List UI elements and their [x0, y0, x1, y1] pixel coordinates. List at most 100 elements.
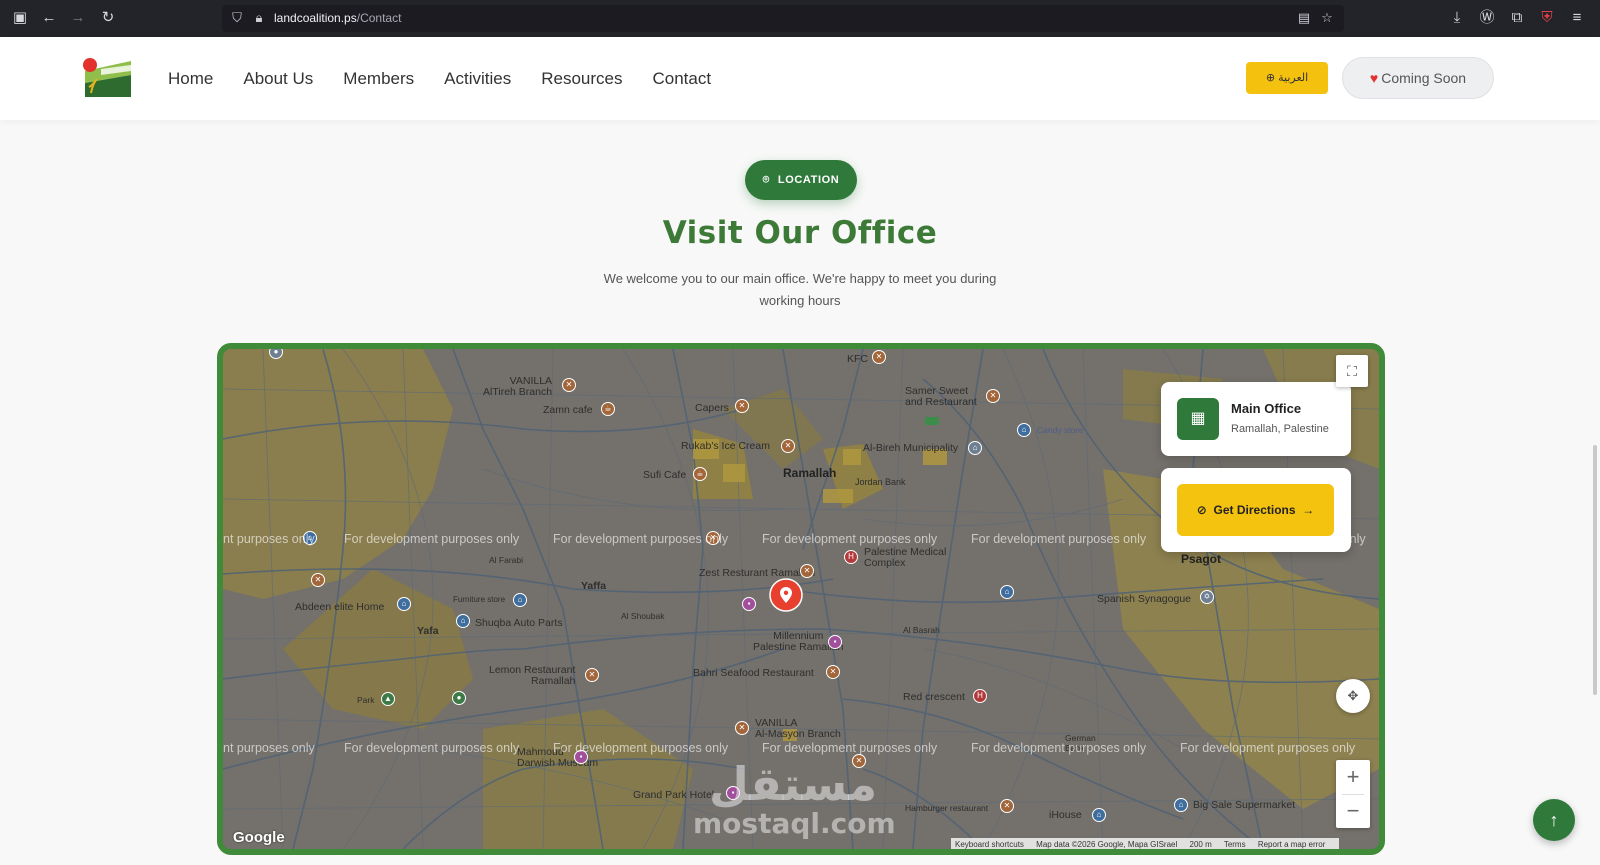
- scale-bar[interactable]: 200 m: [1190, 840, 1212, 849]
- park-icon[interactable]: ●: [452, 691, 466, 705]
- map-label-jordan-bank: Jordan Bank: [855, 477, 906, 487]
- nav-home[interactable]: Home: [168, 69, 213, 89]
- office-location: Ramallah, Palestine: [1231, 423, 1329, 435]
- fullscreen-icon[interactable]: ⛶: [1336, 355, 1368, 387]
- google-logo[interactable]: Google: [233, 829, 285, 846]
- reload-icon[interactable]: ↻: [98, 8, 118, 28]
- map-label-al-shoubak: Al Shoubak: [621, 611, 665, 621]
- shop-icon[interactable]: ⌂: [397, 597, 411, 611]
- map-label-samer-sweet: Samer Sweet and Restaurant: [905, 385, 977, 408]
- shield-icon[interactable]: ⛉: [228, 9, 246, 27]
- map-label-ihouse: iHouse: [1049, 809, 1082, 821]
- map-label-shuqba-auto: Shuqba Auto Parts: [475, 617, 563, 629]
- building-icon: ▦: [1177, 398, 1219, 440]
- cafe-icon[interactable]: ☕︎: [601, 402, 615, 416]
- hotel-icon[interactable]: ▪: [742, 597, 756, 611]
- globe-icon: ⊕: [1265, 72, 1276, 84]
- forward-icon[interactable]: →: [68, 8, 88, 28]
- map-container[interactable]: Ramallah Psagot Yaffa Yafa VANILLA AlTir…: [217, 343, 1385, 855]
- map-label-vanilla-altireh: VANILLA AlTireh Branch: [483, 375, 553, 398]
- office-name: Main Office: [1231, 401, 1302, 416]
- site-logo[interactable]: [81, 57, 133, 97]
- hospital-icon[interactable]: H: [973, 689, 987, 703]
- map-label-psagot: Psagot: [1181, 552, 1222, 566]
- language-label: العربية: [1278, 72, 1309, 84]
- ice-cream-icon[interactable]: ✕: [781, 439, 795, 453]
- nav-about-us[interactable]: About Us: [243, 69, 313, 89]
- rotate-view-icon[interactable]: ✥: [1336, 679, 1370, 713]
- map-label-al-basrah: Al Basrah: [903, 625, 940, 635]
- section-subtitle: We welcome you to our main office. We're…: [603, 271, 997, 308]
- office-marker-icon[interactable]: [769, 578, 803, 612]
- zoom-out-icon[interactable]: −: [1336, 794, 1370, 828]
- restaurant-icon[interactable]: ✕: [311, 573, 325, 587]
- restaurant-icon[interactable]: ✕: [872, 350, 886, 364]
- nav-contact[interactable]: Contact: [653, 69, 712, 89]
- reader-view-icon[interactable]: ▤: [1295, 9, 1313, 27]
- restaurant-icon[interactable]: ✕: [1000, 799, 1014, 813]
- downloads-icon[interactable]: ⤓: [1447, 8, 1467, 28]
- extensions-icon[interactable]: ⧉: [1507, 8, 1527, 28]
- heart-icon: ♥: [1369, 70, 1379, 86]
- cafe-icon[interactable]: ☕︎: [693, 467, 707, 481]
- map-label-park: Park: [357, 695, 375, 705]
- dev-watermark: For development purposes only: [553, 532, 729, 546]
- map-label-bahri-seafood: Bahri Seafood Restaurant: [693, 667, 814, 679]
- map-label-palestine-medical: Palestine Medical Complex: [864, 546, 947, 569]
- site-header: Home About Us Members Activities Resourc…: [0, 37, 1600, 120]
- restaurant-icon[interactable]: ✕: [585, 668, 599, 682]
- language-button[interactable]: ⊕ العربية: [1246, 62, 1328, 94]
- lock-icon[interactable]: 🔒︎: [250, 9, 268, 27]
- scroll-to-top-button[interactable]: ↑: [1533, 799, 1575, 841]
- bookmark-star-icon[interactable]: ☆: [1318, 9, 1336, 27]
- restaurant-icon[interactable]: ✕: [986, 389, 1000, 403]
- dev-watermark: For development purposes only: [762, 741, 938, 755]
- section-title: Visit Our Office: [662, 215, 938, 251]
- dev-watermark: For development purposes only: [762, 532, 938, 546]
- main-office-card: ▦ Main Office Ramallah, Palestine: [1161, 382, 1351, 456]
- hotel-icon[interactable]: ▪: [828, 635, 842, 649]
- ublock-icon[interactable]: ⛨: [1537, 8, 1557, 28]
- park-icon[interactable]: ▲: [381, 692, 395, 706]
- nav-activities[interactable]: Activities: [444, 69, 511, 89]
- zoom-in-icon[interactable]: +: [1336, 760, 1370, 794]
- municipality-icon[interactable]: ⌂: [968, 441, 982, 455]
- report-error-link[interactable]: Report a map error: [1258, 840, 1326, 849]
- map-label-furniture-store: Furniture store: [453, 595, 506, 604]
- restaurant-icon[interactable]: ✕: [735, 721, 749, 735]
- nav-members[interactable]: Members: [343, 69, 414, 89]
- restaurant-icon[interactable]: ✕: [735, 399, 749, 413]
- keyboard-shortcuts-link[interactable]: Keyboard shortcuts: [955, 840, 1024, 849]
- map-label-candy-store: Candy store: [1037, 425, 1083, 435]
- map-label-albireh-municipality: Al-Bireh Municipality: [863, 442, 959, 454]
- shop-icon[interactable]: ⌂: [456, 614, 470, 628]
- shop-icon[interactable]: ⌂: [513, 593, 527, 607]
- wordpress-extension-icon[interactable]: Ⓦ: [1477, 8, 1497, 28]
- hospital-icon[interactable]: H: [844, 550, 858, 564]
- shop-icon[interactable]: ⌂: [1017, 423, 1031, 437]
- shop-icon[interactable]: ⌂: [1000, 585, 1014, 599]
- coming-soon-button[interactable]: ♥ Coming Soon: [1342, 57, 1494, 99]
- map-label-lemon-restaurant: Lemon Restaurant Ramallah: [489, 664, 576, 687]
- restaurant-icon[interactable]: ✕: [826, 665, 840, 679]
- get-directions-button[interactable]: ⊘ Get Directions →: [1177, 484, 1334, 536]
- back-icon[interactable]: ←: [39, 8, 59, 28]
- restaurant-icon[interactable]: ✕: [562, 378, 576, 392]
- dev-watermark: For development purposes only: [344, 532, 520, 546]
- restaurant-icon[interactable]: ✕: [800, 564, 814, 578]
- place-icon[interactable]: ●: [269, 349, 283, 359]
- sidebar-toggle-icon[interactable]: ▣: [10, 8, 30, 28]
- dev-watermark: nt purposes only: [223, 532, 315, 546]
- nav-resources[interactable]: Resources: [541, 69, 622, 89]
- address-bar[interactable]: ⛉ 🔒︎ landcoalition.ps/Contact ▤ ☆: [222, 5, 1344, 32]
- place-of-worship-icon[interactable]: ✡: [1200, 590, 1214, 604]
- url-text[interactable]: landcoalition.ps/Contact: [274, 11, 401, 25]
- map-label-abdeen-elite: Abdeen elite Home: [295, 601, 385, 613]
- page-scrollbar[interactable]: [1593, 445, 1597, 695]
- terms-link[interactable]: Terms: [1224, 840, 1246, 849]
- shop-icon[interactable]: ⌂: [1174, 798, 1188, 812]
- mostaql-watermark: مستقل mostaql.com: [693, 757, 896, 840]
- map-label-ramallah: Ramallah: [783, 466, 837, 480]
- bank-icon[interactable]: ⌂: [1092, 808, 1106, 822]
- menu-icon[interactable]: ≡: [1567, 8, 1587, 28]
